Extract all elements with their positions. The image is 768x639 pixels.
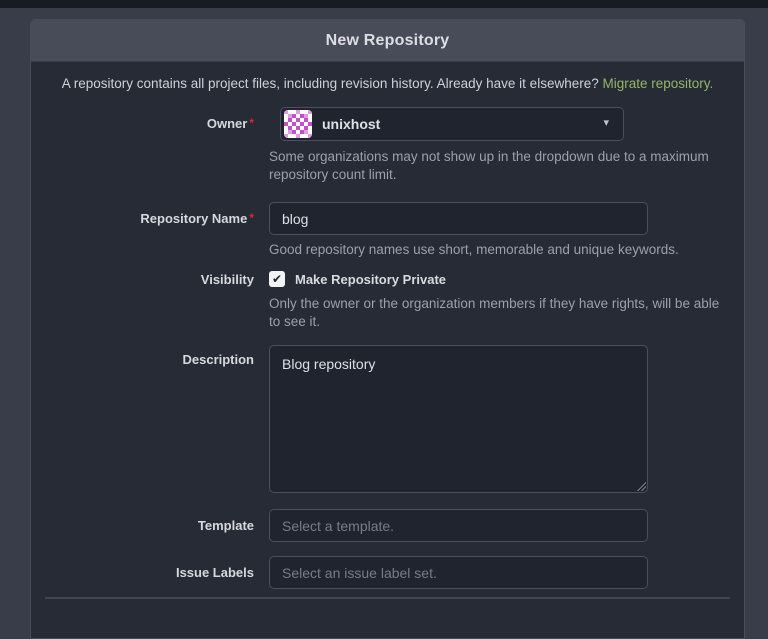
owner-selected-value: unixhost — [322, 116, 380, 132]
owner-dropdown[interactable]: unixhost ▾ — [280, 107, 624, 141]
visibility-help-text: Only the owner or the organization membe… — [269, 295, 734, 331]
issue-labels-field-row: Issue Labels — [45, 556, 730, 589]
issue-labels-input[interactable] — [269, 556, 648, 589]
panel-body: A repository contains all project files,… — [31, 62, 744, 599]
template-input[interactable] — [269, 509, 648, 542]
intro-sentence: A repository contains all project files,… — [62, 76, 599, 91]
intro-text: A repository contains all project files,… — [45, 76, 730, 92]
migrate-repository-link[interactable]: Migrate repository. — [603, 76, 714, 91]
required-asterisk: * — [249, 211, 254, 225]
owner-avatar-icon — [284, 110, 312, 138]
repo-name-field-row: Repository Name* Good repository names u… — [45, 202, 730, 259]
owner-field-row: Owner* — [45, 107, 730, 184]
description-field-row: Description Blog repository — [45, 345, 730, 493]
required-asterisk: * — [249, 116, 254, 130]
template-field-row: Template — [45, 509, 730, 542]
visibility-field-row: Visibility ✔ Make Repository Private Onl… — [45, 271, 730, 331]
owner-label: Owner* — [45, 107, 269, 131]
description-textarea[interactable]: Blog repository — [269, 345, 648, 493]
new-repository-panel: New Repository A repository contains all… — [30, 19, 745, 639]
template-label: Template — [45, 509, 269, 533]
visibility-label: Visibility — [45, 271, 269, 287]
panel-header: New Repository — [31, 20, 744, 62]
private-checkbox-line[interactable]: ✔ Make Repository Private — [269, 271, 730, 287]
private-checkbox-label: Make Repository Private — [295, 272, 446, 287]
repo-name-help-text: Good repository names use short, memorab… — [269, 241, 730, 259]
repo-name-label: Repository Name* — [45, 202, 269, 226]
top-navbar-edge — [0, 0, 768, 8]
repo-name-input[interactable] — [269, 202, 648, 235]
private-checkbox[interactable]: ✔ — [269, 271, 285, 287]
chevron-down-icon: ▾ — [603, 118, 609, 129]
description-label: Description — [45, 345, 269, 367]
issue-labels-label: Issue Labels — [45, 556, 269, 580]
owner-help-text: Some organizations may not show up in th… — [269, 148, 724, 184]
page-title: New Repository — [326, 32, 450, 50]
